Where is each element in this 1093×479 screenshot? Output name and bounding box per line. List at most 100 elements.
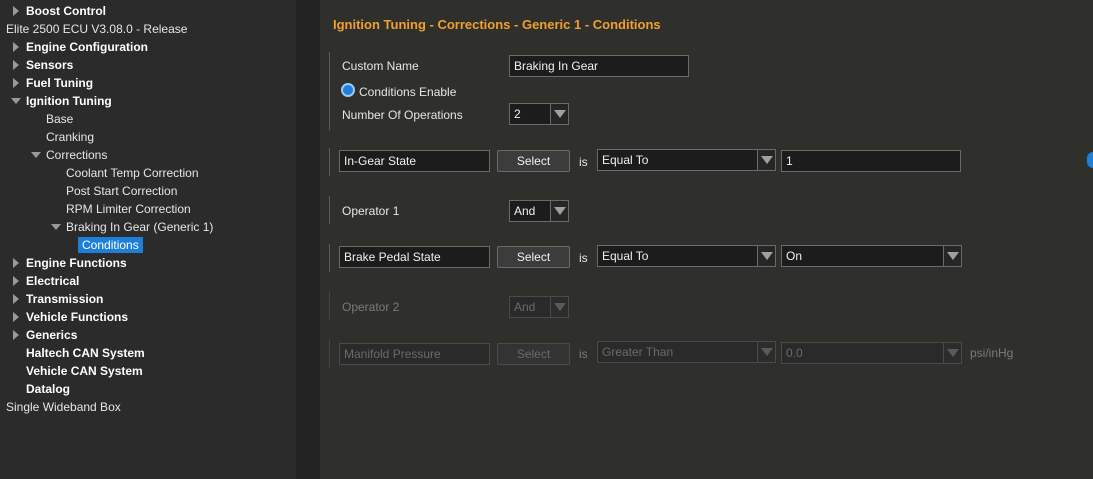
splitter[interactable] [296, 0, 320, 479]
tree-list: Boost Control Elite 2500 ECU V3.08.0 - Re… [0, 2, 296, 416]
num-operations-select[interactable]: 2 [509, 103, 569, 125]
tree-item[interactable]: Conditions [0, 236, 296, 254]
tree-item-label: Conditions [78, 237, 143, 253]
tree-item-label: Generics [26, 328, 78, 342]
condition-2-value-select[interactable]: On [781, 245, 962, 267]
tree-item-label: Boost Control [26, 4, 106, 18]
tree-item[interactable]: Datalog [0, 380, 296, 398]
chevron-down-icon [757, 342, 775, 362]
tree-item[interactable]: Engine Functions [0, 254, 296, 272]
chevron-right-icon[interactable] [10, 38, 22, 56]
num-operations-value: 2 [514, 107, 521, 121]
tree-item-label: Braking In Gear (Generic 1) [66, 220, 214, 234]
tree-item-label: Elite 2500 ECU V3.08.0 - Release [6, 22, 188, 36]
chevron-right-icon[interactable] [10, 290, 22, 308]
chevron-right-icon[interactable] [10, 272, 22, 290]
tree-item[interactable]: Corrections [0, 146, 296, 164]
condition-3-bar [329, 340, 330, 368]
condition-3-select-button: Select [497, 343, 570, 365]
chevron-down-icon [550, 297, 568, 317]
condition-2-channel-input[interactable] [339, 246, 490, 268]
settings-group-bar [329, 52, 330, 130]
chevron-down-icon[interactable] [550, 201, 568, 221]
tree-item[interactable]: Vehicle Functions [0, 308, 296, 326]
tree-item[interactable]: Generics [0, 326, 296, 344]
tree-item-label: Coolant Temp Correction [66, 166, 199, 180]
conditions-enable-toggle[interactable] [341, 83, 355, 97]
tree-item[interactable]: Base [0, 110, 296, 128]
tree-item[interactable]: Transmission [0, 290, 296, 308]
tree-item[interactable]: Elite 2500 ECU V3.08.0 - Release [0, 20, 296, 38]
condition-1-comparison-value: Equal To [602, 153, 649, 167]
chevron-down-icon[interactable] [943, 246, 961, 266]
tree-item-label: Fuel Tuning [26, 76, 94, 90]
chevron-right-icon[interactable] [10, 326, 22, 344]
navigation-tree: Boost Control Elite 2500 ECU V3.08.0 - Re… [0, 0, 296, 479]
info-icon[interactable] [1087, 152, 1093, 168]
condition-1-comparison-select[interactable]: Equal To [597, 149, 776, 171]
page-title: Ignition Tuning - Corrections - Generic … [333, 17, 661, 32]
tree-item-label: Datalog [26, 382, 71, 396]
tree-item-label: Ignition Tuning [26, 94, 112, 108]
tree-item[interactable]: Braking In Gear (Generic 1) [0, 218, 296, 236]
tree-item[interactable]: Haltech CAN System [0, 344, 296, 362]
condition-2-bar [329, 244, 330, 272]
condition-3-unit-label: psi/inHg [970, 346, 1014, 360]
tree-item-label: Single Wideband Box [6, 400, 121, 414]
chevron-down-icon[interactable] [550, 104, 568, 124]
chevron-down-icon [943, 343, 961, 363]
tree-item-label: Post Start Correction [66, 184, 178, 198]
tree-item[interactable]: Cranking [0, 128, 296, 146]
chevron-right-icon[interactable] [10, 74, 22, 92]
tree-item[interactable]: Engine Configuration [0, 38, 296, 56]
chevron-right-icon[interactable] [10, 56, 22, 74]
condition-1-select-button[interactable]: Select [497, 150, 570, 172]
condition-1-value-input[interactable] [781, 150, 961, 172]
operator-1-label: Operator 1 [342, 204, 400, 218]
condition-1-is-label: is [579, 155, 588, 169]
conditions-panel: Ignition Tuning - Corrections - Generic … [320, 0, 1093, 479]
condition-2-comparison-value: Equal To [602, 249, 649, 263]
tree-item[interactable]: Coolant Temp Correction [0, 164, 296, 182]
tree-item-label: Cranking [46, 130, 95, 144]
tree-item[interactable]: Boost Control [0, 2, 296, 20]
custom-name-label: Custom Name [342, 59, 419, 73]
chevron-down-icon[interactable] [50, 218, 62, 236]
chevron-right-icon[interactable] [10, 308, 22, 326]
tree-item-label: Vehicle CAN System [26, 364, 143, 378]
operator-1-value: And [514, 204, 536, 218]
tree-item-label: Engine Configuration [26, 40, 148, 54]
tree-item-label: Transmission [26, 292, 104, 306]
operator-1-bar [329, 196, 330, 224]
condition-1-bar [329, 148, 330, 176]
tree-item[interactable]: Electrical [0, 272, 296, 290]
tree-item[interactable]: Single Wideband Box [0, 398, 296, 416]
condition-3-comparison-select: Greater Than [597, 341, 776, 363]
tree-item[interactable]: Fuel Tuning [0, 74, 296, 92]
tree-item[interactable]: Vehicle CAN System [0, 362, 296, 380]
custom-name-input[interactable] [509, 55, 689, 77]
tree-item-label: Haltech CAN System [26, 346, 145, 360]
operator-2-select: And [509, 296, 569, 318]
num-operations-label: Number Of Operations [342, 108, 463, 122]
tree-item[interactable]: Sensors [0, 56, 296, 74]
condition-2-comparison-select[interactable]: Equal To [597, 245, 776, 267]
tree-item[interactable]: Post Start Correction [0, 182, 296, 200]
tree-item[interactable]: RPM Limiter Correction [0, 200, 296, 218]
operator-1-select[interactable]: And [509, 200, 569, 222]
tree-item[interactable]: Ignition Tuning [0, 92, 296, 110]
tree-item-label: RPM Limiter Correction [66, 202, 191, 216]
tree-item-label: Corrections [46, 148, 108, 162]
tree-item-label: Base [46, 112, 74, 126]
chevron-down-icon[interactable] [30, 146, 42, 164]
chevron-right-icon[interactable] [10, 254, 22, 272]
condition-3-value: 0.0 [786, 346, 803, 360]
chevron-right-icon[interactable] [10, 2, 22, 20]
chevron-down-icon[interactable] [757, 246, 775, 266]
condition-2-is-label: is [579, 251, 588, 265]
condition-2-select-button[interactable]: Select [497, 246, 570, 268]
chevron-down-icon[interactable] [10, 92, 22, 110]
chevron-down-icon[interactable] [757, 150, 775, 170]
condition-3-channel-input [339, 343, 490, 365]
condition-1-channel-input[interactable] [339, 150, 490, 172]
